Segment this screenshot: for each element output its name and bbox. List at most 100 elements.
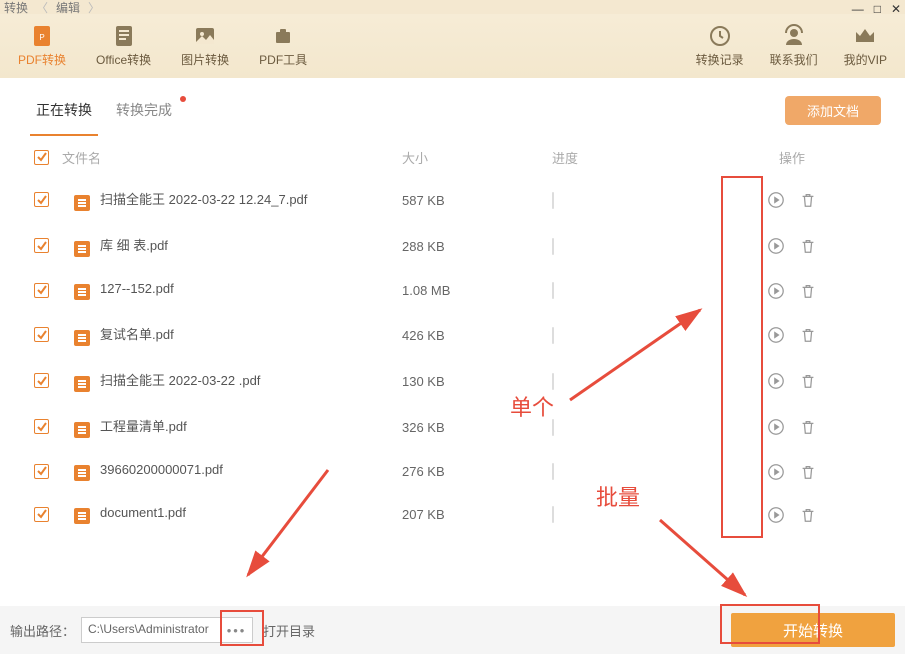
progress-bar xyxy=(552,506,554,523)
pdf-file-icon xyxy=(74,422,90,438)
file-name: 扫描全能王 2022-03-22 12.24_7.pdf xyxy=(100,192,307,207)
file-name: 39660200000071.pdf xyxy=(100,462,223,477)
delete-icon[interactable] xyxy=(799,191,817,209)
main-toolbar: P PDF转换 Office转换 图片转换 PDF工具 转换记录 联系我们 我的… xyxy=(0,14,905,78)
breadcrumb-item[interactable]: 转换 xyxy=(4,0,28,16)
add-document-button[interactable]: 添加文档 xyxy=(785,96,881,125)
delete-icon[interactable] xyxy=(799,463,817,481)
file-size: 426 KB xyxy=(402,328,552,343)
col-progress: 进度 xyxy=(552,148,742,167)
pdf-icon: P xyxy=(30,24,54,48)
file-size: 587 KB xyxy=(402,193,552,208)
toolbar-vip[interactable]: 我的VIP xyxy=(844,24,887,68)
file-size: 276 KB xyxy=(402,464,552,479)
delete-icon[interactable] xyxy=(799,282,817,300)
pdf-file-icon xyxy=(74,376,90,392)
file-row: 127--152.pdf 1.08 MB xyxy=(24,269,881,312)
play-icon[interactable] xyxy=(767,282,785,300)
file-size: 288 KB xyxy=(402,239,552,254)
close-button[interactable]: ✕ xyxy=(891,2,901,16)
play-icon[interactable] xyxy=(767,506,785,524)
row-checkbox[interactable] xyxy=(34,327,49,342)
play-icon[interactable] xyxy=(767,463,785,481)
toolbar-pdf-convert[interactable]: P PDF转换 xyxy=(18,24,66,68)
output-path-label: 输出路径： xyxy=(10,621,75,640)
maximize-button[interactable]: □ xyxy=(874,2,881,16)
toolbar-pdf-tools[interactable]: PDF工具 xyxy=(259,24,307,68)
row-checkbox[interactable] xyxy=(34,192,49,207)
pdf-file-icon xyxy=(74,284,90,300)
delete-icon[interactable] xyxy=(799,326,817,344)
row-checkbox[interactable] xyxy=(34,238,49,253)
open-folder-link[interactable]: 打开目录 xyxy=(263,621,315,640)
delete-icon[interactable] xyxy=(799,372,817,390)
file-row: 工程量清单.pdf 326 KB xyxy=(24,404,881,450)
play-icon[interactable] xyxy=(767,418,785,436)
list-header: 文件名 大小 进度 操作 xyxy=(24,138,881,177)
progress-bar xyxy=(552,463,554,480)
row-checkbox[interactable] xyxy=(34,507,49,522)
image-icon xyxy=(193,24,217,48)
select-all-checkbox[interactable] xyxy=(34,150,49,165)
col-action: 操作 xyxy=(742,148,842,167)
toolbar-history[interactable]: 转换记录 xyxy=(696,24,744,68)
file-row: 扫描全能王 2022-03-22 .pdf 130 KB xyxy=(24,358,881,404)
tab-completed[interactable]: 转换完成 xyxy=(104,92,184,128)
crown-icon xyxy=(853,24,877,48)
col-filename: 文件名 xyxy=(62,148,402,167)
tools-icon xyxy=(271,24,295,48)
file-row: 库 细 表.pdf 288 KB xyxy=(24,223,881,269)
file-size: 130 KB xyxy=(402,374,552,389)
toolbar-office-convert[interactable]: Office转换 xyxy=(96,24,151,68)
pdf-file-icon xyxy=(74,465,90,481)
file-size: 1.08 MB xyxy=(402,283,552,298)
minimize-button[interactable]: — xyxy=(852,2,864,16)
file-name: 扫描全能王 2022-03-22 .pdf xyxy=(100,373,260,388)
play-icon[interactable] xyxy=(767,237,785,255)
toolbar-image-convert[interactable]: 图片转换 xyxy=(181,24,229,68)
breadcrumb-sep: 〉 xyxy=(88,0,100,16)
delete-icon[interactable] xyxy=(799,418,817,436)
row-checkbox[interactable] xyxy=(34,373,49,388)
toolbar-contact[interactable]: 联系我们 xyxy=(770,24,818,68)
file-name: 127--152.pdf xyxy=(100,281,174,296)
browse-button[interactable]: ••• xyxy=(221,617,253,643)
progress-bar xyxy=(552,238,554,255)
row-checkbox[interactable] xyxy=(34,419,49,434)
pdf-file-icon xyxy=(74,195,90,211)
pdf-file-icon xyxy=(74,330,90,346)
play-icon[interactable] xyxy=(767,326,785,344)
pdf-file-icon xyxy=(74,241,90,257)
breadcrumb-item[interactable]: 编辑 xyxy=(56,0,80,16)
progress-bar xyxy=(552,282,554,299)
file-size: 326 KB xyxy=(402,420,552,435)
col-size: 大小 xyxy=(402,148,552,167)
progress-bar xyxy=(552,192,554,209)
row-checkbox[interactable] xyxy=(34,283,49,298)
file-name: 工程量清单.pdf xyxy=(100,419,187,434)
svg-text:P: P xyxy=(39,33,44,42)
file-size: 207 KB xyxy=(402,507,552,522)
row-checkbox[interactable] xyxy=(34,464,49,479)
file-row: 扫描全能王 2022-03-22 12.24_7.pdf 587 KB xyxy=(24,177,881,223)
file-row: 39660200000071.pdf 276 KB xyxy=(24,450,881,493)
output-path-input[interactable]: C:\Users\Administrator xyxy=(81,617,221,643)
file-name: document1.pdf xyxy=(100,505,186,520)
window-controls: — □ ✕ xyxy=(852,2,901,16)
breadcrumb: 转换 〈 编辑 〉 xyxy=(4,0,106,16)
play-icon[interactable] xyxy=(767,372,785,390)
tabbar: 正在转换 转换完成 添加文档 xyxy=(0,78,905,128)
file-row: 复试名单.pdf 426 KB xyxy=(24,312,881,358)
delete-icon[interactable] xyxy=(799,506,817,524)
play-icon[interactable] xyxy=(767,191,785,209)
tab-converting[interactable]: 正在转换 xyxy=(24,92,104,128)
progress-bar xyxy=(552,419,554,436)
start-convert-button[interactable]: 开始转换 xyxy=(731,613,895,647)
file-name: 复试名单.pdf xyxy=(100,327,174,342)
delete-icon[interactable] xyxy=(799,237,817,255)
doc-icon xyxy=(112,24,136,48)
footer: 输出路径： C:\Users\Administrator ••• 打开目录 开始… xyxy=(0,606,905,654)
history-icon xyxy=(708,24,732,48)
file-name: 库 细 表.pdf xyxy=(100,238,168,253)
progress-bar xyxy=(552,327,554,344)
